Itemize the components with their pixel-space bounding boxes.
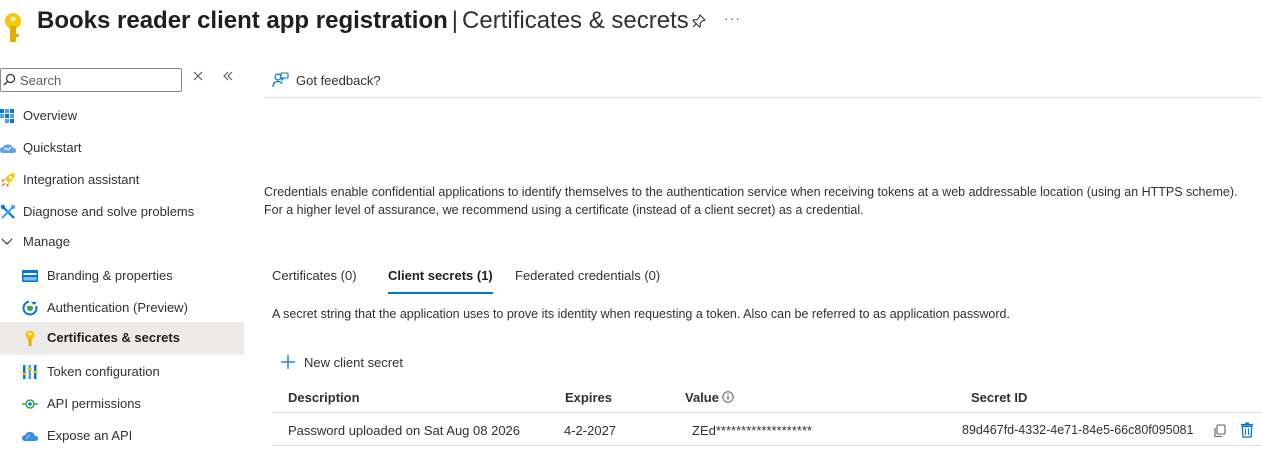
sidebar-item-overview[interactable]: Overview xyxy=(0,100,244,132)
rocket-icon xyxy=(1,173,15,187)
search-icon xyxy=(3,73,16,86)
cell-value: ZEd******************* xyxy=(692,423,812,438)
tab-federated-credentials[interactable]: Federated credentials (0) xyxy=(515,266,660,294)
intro-description: Credentials enable confidential applicat… xyxy=(264,185,1238,217)
feedback-button[interactable]: Got feedback? xyxy=(272,70,381,90)
new-client-secret-label: New client secret xyxy=(304,354,403,370)
page-title: Books reader client app registration | Cer… xyxy=(37,7,689,35)
plus-icon xyxy=(281,355,295,369)
sidebar-item-api-permissions[interactable]: API permissions xyxy=(0,388,244,420)
info-icon[interactable] xyxy=(722,391,734,403)
sidebar-item-label: API permissions xyxy=(47,396,141,411)
tab-certificates[interactable]: Certificates (0) xyxy=(272,266,357,294)
sidebar: Overview Quickstart Integration assistan… xyxy=(0,60,244,454)
copy-icon[interactable] xyxy=(1213,424,1227,438)
sidebar-item-label: Branding & properties xyxy=(47,268,173,283)
sidebar-item-label: Token configuration xyxy=(47,364,160,379)
sidebar-item-certificates-secrets[interactable]: Certificates & secrets xyxy=(0,322,244,355)
branding-card-icon xyxy=(22,270,38,282)
quickstart-cloud-icon xyxy=(0,144,16,153)
cell-secret-id: 89d467fd-4332-4e71-84e5-66c80f095081 xyxy=(962,423,1194,437)
search-input[interactable] xyxy=(20,71,178,89)
page-title-app: Books reader client app registration xyxy=(37,7,448,34)
sidebar-item-label: Manage xyxy=(23,234,70,249)
sidebar-item-label: Expose an API xyxy=(47,428,133,443)
sidebar-item-label: Quickstart xyxy=(23,140,82,155)
command-bar: Got feedback? xyxy=(264,64,1261,98)
key-icon xyxy=(5,13,21,42)
key-icon xyxy=(25,330,35,346)
column-header-secret-id: Secret ID xyxy=(971,390,1028,405)
secrets-table-header: Description Expires Value Secret ID xyxy=(272,383,1261,413)
sidebar-item-diagnose[interactable]: Diagnose and solve problems xyxy=(0,196,244,228)
token-bars-icon xyxy=(22,365,38,379)
tab-description: A secret string that the application use… xyxy=(272,307,1010,321)
column-header-value: Value xyxy=(685,390,734,405)
sidebar-item-authentication[interactable]: Authentication (Preview) xyxy=(0,292,244,324)
feedback-label: Got feedback? xyxy=(296,72,381,88)
cell-description: Password uploaded on Sat Aug 08 2026 xyxy=(288,423,521,438)
collapse-sidebar-icon[interactable] xyxy=(222,70,234,82)
column-header-description: Description xyxy=(288,390,360,405)
sidebar-item-branding[interactable]: Branding & properties xyxy=(0,260,244,292)
cloud-icon xyxy=(22,431,38,441)
api-permissions-icon xyxy=(22,399,38,409)
new-client-secret-button[interactable]: New client secret xyxy=(280,352,403,372)
more-options-icon[interactable]: ··· xyxy=(724,10,741,26)
page-header: Books reader client app registration | Cer… xyxy=(0,0,1261,50)
sidebar-item-expose-api[interactable]: Expose an API xyxy=(0,420,244,452)
sidebar-item-label: Authentication (Preview) xyxy=(47,300,188,315)
sidebar-search xyxy=(0,68,182,92)
authentication-icon xyxy=(22,300,38,316)
column-header-expires: Expires xyxy=(565,390,612,405)
sidebar-item-token-configuration[interactable]: Token configuration xyxy=(0,356,244,388)
tab-client-secrets[interactable]: Client secrets (1) xyxy=(388,266,493,294)
close-icon[interactable] xyxy=(192,70,204,82)
sidebar-item-label: Overview xyxy=(23,108,78,123)
pin-icon[interactable] xyxy=(691,13,707,29)
sidebar-group-manage[interactable]: Manage xyxy=(0,226,244,258)
wrench-icon xyxy=(0,204,16,219)
delete-icon[interactable] xyxy=(1240,422,1254,438)
feedback-icon xyxy=(272,71,289,87)
table-row: Password uploaded on Sat Aug 08 2026 4-2… xyxy=(272,414,1261,446)
page-title-separator: | xyxy=(451,7,459,34)
cell-expires: 4-2-2027 xyxy=(564,423,617,438)
sidebar-item-quickstart[interactable]: Quickstart xyxy=(0,132,244,164)
column-header-value-label: Value xyxy=(685,390,719,405)
chevron-down-icon xyxy=(1,238,13,245)
sidebar-item-label: Integration assistant xyxy=(23,172,140,187)
page-title-blade: Certificates & secrets xyxy=(462,7,689,34)
sidebar-item-label: Certificates & secrets xyxy=(47,330,180,345)
sidebar-item-label: Diagnose and solve problems xyxy=(23,204,195,219)
overview-grid-icon xyxy=(0,109,14,123)
sidebar-item-integration-assistant[interactable]: Integration assistant xyxy=(0,164,244,196)
